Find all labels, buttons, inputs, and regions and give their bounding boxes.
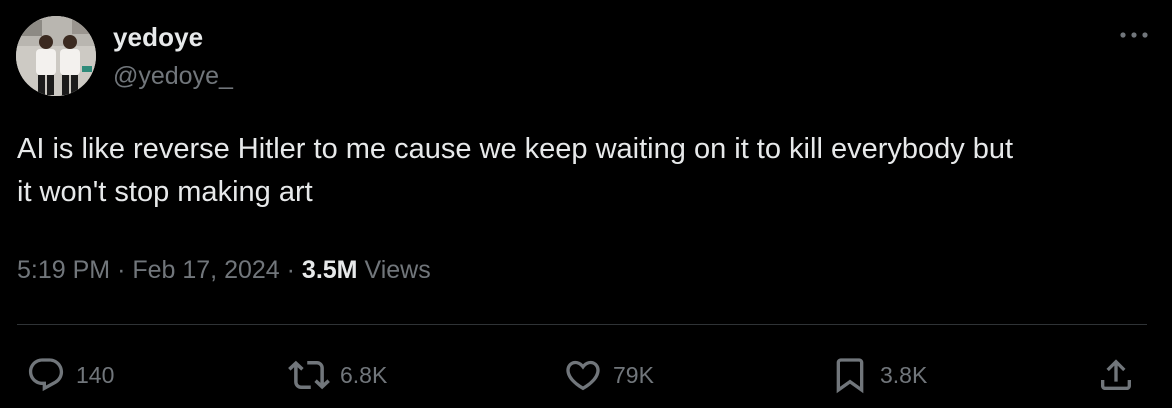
share-button[interactable] [1096, 354, 1136, 396]
tweet-time[interactable]: 5:19 PM [17, 256, 110, 284]
retweet-button[interactable]: 6.8K [288, 354, 387, 396]
bookmark-button[interactable]: 3.8K [830, 354, 927, 396]
views-count[interactable]: 3.5M [302, 256, 358, 284]
reply-count: 140 [76, 361, 115, 388]
tweet-metadata: 5:19 PM · Feb 17, 2024 · 3.5M Views [17, 256, 431, 285]
profile-photo-icon [16, 16, 96, 96]
tweet-text: AI is like reverse Hitler to me cause we… [17, 133, 1014, 208]
more-options-button[interactable] [1116, 22, 1152, 48]
user-handle[interactable]: @yedoye_ [113, 62, 233, 91]
bookmark-count: 3.8K [880, 361, 928, 388]
tweet-card: yedoye @yedoye_ AI is like reverse Hitle… [0, 0, 1172, 408]
reply-button[interactable]: 140 [26, 354, 114, 396]
meta-separator: · [117, 256, 126, 284]
retweet-icon [288, 360, 330, 390]
bookmark-icon [836, 358, 864, 394]
avatar[interactable] [16, 16, 96, 96]
share-icon [1101, 359, 1131, 390]
heart-icon [566, 360, 600, 391]
meta-separator: · [286, 256, 295, 284]
more-horizontal-icon [1120, 32, 1148, 38]
tweet-date[interactable]: Feb 17, 2024 [132, 256, 279, 284]
like-button[interactable]: 79K [563, 354, 654, 396]
display-name[interactable]: yedoye [113, 22, 203, 53]
reply-icon [28, 358, 64, 392]
divider [17, 324, 1147, 325]
views-label: Views [364, 256, 431, 284]
retweet-count: 6.8K [340, 361, 388, 388]
like-count: 79K [613, 361, 654, 388]
